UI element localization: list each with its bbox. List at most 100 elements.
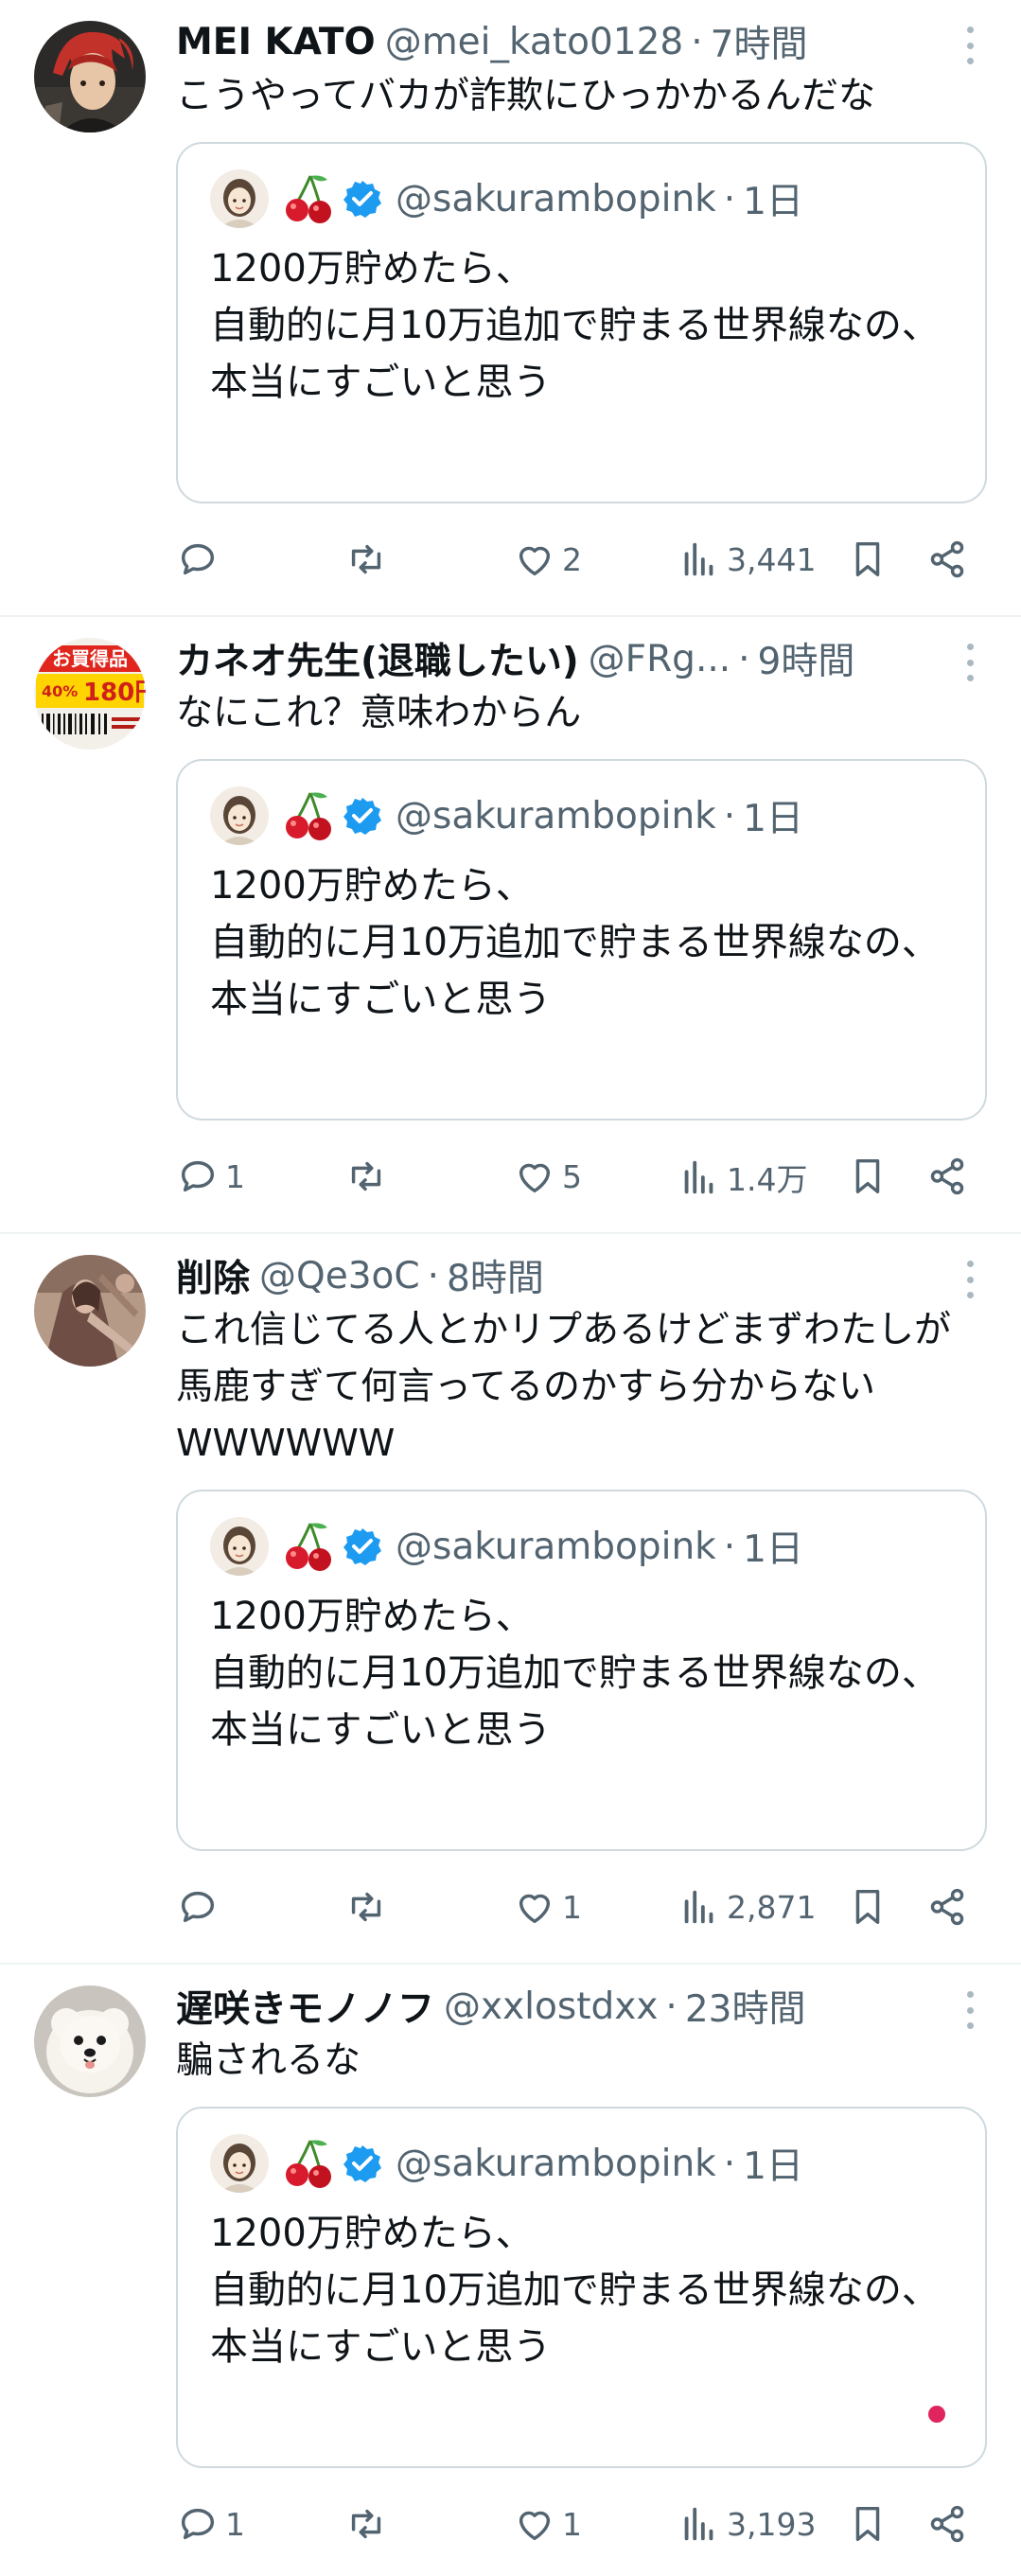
display-name[interactable]: MEI KATO [176, 21, 376, 63]
post-header: MEI KATO @mei_kato0128 · 7時間 [176, 19, 995, 65]
separator-dot: · [723, 2142, 736, 2185]
user-handle[interactable]: @Qe3oC [259, 1255, 420, 1297]
quoted-post[interactable]: @sakurambopink · 1日 1200万貯めたら、 自動的に月10万追… [176, 759, 987, 1120]
bookmark-button[interactable] [846, 538, 889, 581]
like-button[interactable]: 2 [513, 538, 582, 581]
reply-button[interactable] [176, 1885, 225, 1929]
repost-icon [351, 2509, 381, 2539]
display-name[interactable]: カネオ先生(退職したい) [176, 636, 579, 681]
more-options-icon[interactable] [962, 1261, 977, 1298]
post-time[interactable]: 9時間 [758, 636, 855, 681]
post-text: なにこれ？意味わからん [176, 692, 582, 734]
bookmark-button[interactable] [846, 1885, 889, 1929]
like-button[interactable]: 5 [513, 1155, 582, 1198]
post-header: 削除 @Qe3oC · 8時間 [176, 1253, 995, 1299]
sticker-top-text: お買得品 [52, 647, 128, 670]
display-name[interactable]: 遅咲きモノノフ [176, 1984, 434, 2029]
view-count: 1.4万 [727, 1161, 808, 1198]
share-icon [930, 1157, 964, 1195]
post-text: こうやってバカが詐欺にひっかかるんだな [176, 75, 876, 117]
post-body: MEI KATO @mei_kato0128 · 7時間 こうやってバカが詐欺に… [176, 19, 995, 589]
share-icon [930, 540, 964, 578]
like-count: 1 [562, 2505, 582, 2543]
display-name[interactable]: 削除 [176, 1253, 250, 1298]
bookmark-icon [855, 541, 880, 577]
views-chart-icon [684, 542, 713, 576]
share-button[interactable] [925, 1885, 969, 1929]
verified-badge-icon [343, 181, 381, 218]
post[interactable]: MEI KATO @mei_kato0128 · 7時間 こうやってバカが詐欺に… [0, 0, 1021, 617]
quoted-post-time: 1日 [743, 181, 803, 223]
post-time[interactable]: 8時間 [447, 1253, 544, 1298]
reply-feed: MEI KATO @mei_kato0128 · 7時間 こうやってバカが詐欺に… [0, 0, 1021, 2576]
views-button[interactable]: 3,441 [678, 538, 816, 581]
like-button[interactable]: 1 [513, 2502, 582, 2546]
post-header: カネオ先生(退職したい) @FRg... · 9時間 [176, 636, 995, 682]
like-count: 1 [562, 1888, 582, 1926]
avatar-anime-character-red-hair[interactable] [34, 21, 146, 132]
quoted-post-time: 1日 [743, 2145, 803, 2188]
avatar-white-pomeranian-dog[interactable] [34, 1985, 146, 2097]
share-button[interactable] [925, 1155, 969, 1198]
notification-dot [928, 2406, 945, 2423]
reply-button[interactable]: 1 [176, 2502, 245, 2546]
more-options-icon[interactable] [962, 26, 977, 64]
cherry-icon [286, 2140, 331, 2188]
more-options-icon[interactable] [962, 1991, 977, 2029]
repost-button[interactable] [344, 1155, 394, 1198]
cherry-icon [286, 1523, 331, 1571]
quoted-post[interactable]: @sakurambopink · 1日 1200万貯めたら、 自動的に月10万追… [176, 2107, 987, 2468]
bookmark-icon [855, 1889, 880, 1925]
heart-icon [519, 546, 551, 576]
share-icon [930, 1888, 964, 1926]
user-handle[interactable]: @FRg... [589, 638, 731, 680]
repost-button[interactable] [344, 538, 394, 581]
cherry-icon [286, 792, 331, 840]
like-count: 5 [562, 1157, 582, 1195]
user-handle[interactable]: @mei_kato0128 [385, 21, 684, 63]
repost-icon [351, 544, 381, 574]
action-bar: 1 5 1.4万 [176, 1149, 995, 1206]
reply-button[interactable]: 1 [176, 1155, 245, 1198]
like-button[interactable]: 1 [513, 1885, 582, 1929]
post-time[interactable]: 7時間 [711, 19, 808, 64]
post-time[interactable]: 23時間 [685, 1984, 806, 2029]
repost-button[interactable] [344, 2502, 394, 2546]
post[interactable]: 削除 @Qe3oC · 8時間 これ信じてる人とかリプあるけどまずわたしが馬鹿す… [0, 1234, 1021, 1965]
share-icon [930, 2505, 964, 2543]
avatar-discount-price-sticker[interactable]: お買得品 40% 180円 [34, 638, 146, 750]
post[interactable]: 遅咲きモノノフ @xxlostdxx · 23時間 騙されるな @sakuram… [0, 1965, 1021, 2576]
post-body: 遅咲きモノノフ @xxlostdxx · 23時間 騙されるな @sakuram… [176, 1984, 995, 2553]
views-chart-icon [684, 1890, 713, 1924]
quoted-post-header: @sakurambopink · 1日 [210, 1516, 953, 1577]
quoted-post[interactable]: @sakurambopink · 1日 1200万貯めたら、 自動的に月10万追… [176, 142, 987, 503]
verified-badge-icon [343, 1528, 381, 1565]
reply-icon [181, 2508, 215, 2540]
post-header: 遅咲きモノノフ @xxlostdxx · 23時間 [176, 1984, 995, 2030]
quoted-user-avatar [210, 169, 269, 228]
repost-icon [351, 1892, 381, 1922]
share-button[interactable] [925, 538, 969, 581]
views-button[interactable]: 3,193 [678, 2502, 816, 2546]
bookmark-button[interactable] [846, 1155, 889, 1198]
view-count: 3,441 [727, 540, 817, 578]
post[interactable]: お買得品 40% 180円 カネオ先生(退職したい) @FRg... · 9時間 な… [0, 617, 1021, 1234]
bookmark-button[interactable] [846, 2502, 889, 2546]
user-handle[interactable]: @xxlostdxx [444, 1985, 658, 2028]
avatar-sepia-photo[interactable] [34, 1255, 146, 1367]
verified-badge-icon [343, 798, 381, 835]
quoted-user-avatar [210, 2134, 269, 2193]
heart-icon [519, 1894, 551, 1924]
more-options-icon[interactable] [962, 644, 977, 681]
separator-dot: · [738, 637, 750, 680]
reply-button[interactable] [176, 538, 225, 581]
views-button[interactable]: 2,871 [678, 1885, 816, 1929]
quoted-post[interactable]: @sakurambopink · 1日 1200万貯めたら、 自動的に月10万追… [176, 1490, 987, 1851]
views-button[interactable]: 1.4万 [678, 1155, 807, 1200]
share-button[interactable] [925, 2502, 969, 2546]
separator-dot: · [665, 1985, 678, 2028]
separator-dot: · [723, 177, 736, 221]
separator-dot: · [723, 1525, 736, 1568]
repost-button[interactable] [344, 1885, 394, 1929]
quoted-post-text: 1200万貯めたら、 自動的に月10万追加で貯まる世界線なの、 本当にすごいと思… [210, 2212, 940, 2369]
